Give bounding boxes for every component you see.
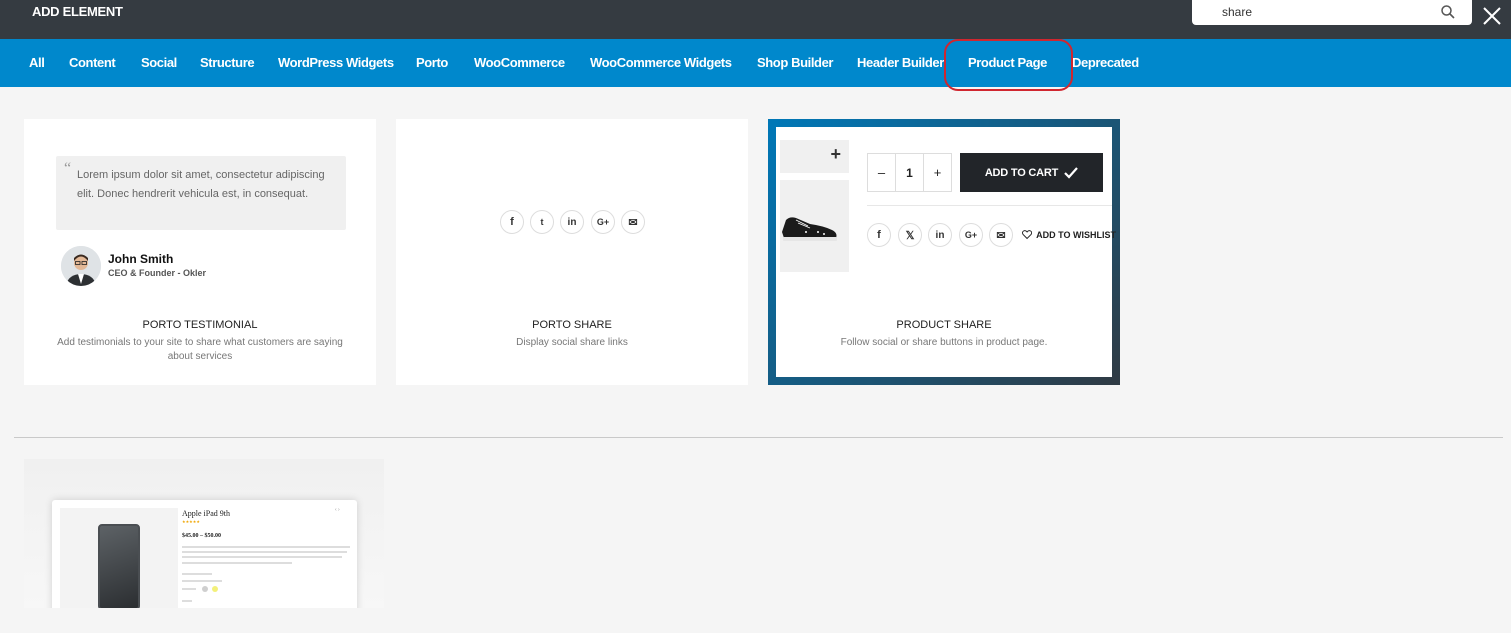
element-card-porto-testimonial[interactable]: “ Lorem ipsum dolor sit amet, consectetu…: [24, 119, 376, 385]
twitter-icon: t: [530, 210, 554, 234]
thumbnail-add: +: [780, 140, 849, 173]
facebook-icon: f: [500, 210, 524, 234]
linkedin-icon: in: [928, 223, 952, 247]
text-line: [182, 600, 192, 602]
tab-woocommerce-widgets[interactable]: WooCommerce Widgets: [590, 55, 732, 70]
tab-woocommerce[interactable]: WooCommerce: [474, 55, 565, 70]
quote-icon: “: [64, 160, 72, 177]
email-icon: ✉: [621, 210, 645, 234]
text-line: [182, 588, 196, 590]
qty-value[interactable]: 1: [895, 154, 924, 191]
plus-icon: +: [830, 144, 841, 164]
text-line: [182, 580, 222, 582]
tab-all[interactable]: All: [29, 55, 45, 70]
tab-header-builder[interactable]: Header Builder: [857, 55, 944, 70]
color-swatch: [212, 586, 218, 592]
x-icon: 𝕏: [898, 223, 922, 247]
tab-shop-builder[interactable]: Shop Builder: [757, 55, 833, 70]
text-line: [182, 556, 342, 558]
search-box[interactable]: [1192, 0, 1472, 25]
tab-porto[interactable]: Porto: [416, 55, 448, 70]
avatar: [61, 246, 101, 286]
tab-social[interactable]: Social: [141, 55, 177, 70]
check-icon: [1064, 166, 1079, 179]
category-tabs: All Content Social Structure WordPress W…: [0, 39, 1511, 87]
preview-product-title: Apple iPad 9th: [182, 509, 230, 518]
element-card-porto-share[interactable]: f t in G+ ✉ PORTO SHARE Display social s…: [396, 119, 748, 385]
tab-structure[interactable]: Structure: [200, 55, 255, 70]
preview-price: $45.00 – $50.00: [182, 533, 221, 539]
product-image: [60, 508, 178, 608]
person-icon: [61, 246, 101, 286]
color-swatch: [202, 586, 208, 592]
add-to-cart-label: ADD TO CART: [984, 166, 1059, 179]
google-plus-icon: G+: [959, 223, 983, 247]
tab-wordpress-widgets[interactable]: WordPress Widgets: [278, 55, 394, 70]
card-description: Display social share links: [516, 337, 628, 348]
divider: [867, 205, 1112, 206]
tab-product-page[interactable]: Product Page: [968, 55, 1047, 70]
qty-plus-button[interactable]: +: [924, 154, 951, 191]
add-to-cart-button[interactable]: ADD TO CART: [960, 153, 1103, 192]
text-line: [182, 562, 292, 564]
text-line: [182, 551, 347, 553]
search-input[interactable]: [1222, 4, 1422, 20]
star-rating-icon: ★★★★★: [182, 519, 200, 524]
wishlist-label: ADD TO WISHLIST: [1036, 229, 1116, 240]
qty-minus-button[interactable]: –: [868, 154, 895, 191]
preview-nav-arrows: ‹ ›: [335, 507, 340, 513]
tablet-icon: [98, 524, 140, 608]
text-line: [182, 546, 350, 548]
card-title: PORTO TESTIMONIAL: [142, 319, 258, 331]
tab-deprecated[interactable]: Deprecated: [1072, 55, 1139, 70]
card-title: PORTO SHARE: [532, 319, 612, 331]
quantity-stepper[interactable]: – 1 +: [867, 153, 952, 192]
product-thumbnail: [780, 180, 849, 272]
author-role: CEO & Founder - Okler: [108, 268, 207, 278]
shoe-icon: [782, 217, 837, 241]
testimonial-text: Lorem ipsum dolor sit amet, consectetur …: [77, 169, 325, 200]
section-divider: [14, 437, 1503, 438]
close-icon[interactable]: [1480, 4, 1504, 28]
product-preview: Apple iPad 9th ★★★★★ ‹ › $45.00 – $50.00: [52, 500, 357, 608]
card-description: Add testimonials to your site to share w…: [57, 337, 343, 362]
element-card-product-share[interactable]: + – 1 + ADD TO CART f 𝕏 in G+ ✉ ADD TO W…: [768, 119, 1120, 385]
card-title: PRODUCT SHARE: [896, 319, 992, 331]
testimonial-quote: “ Lorem ipsum dolor sit amet, consectetu…: [56, 156, 346, 230]
email-icon: ✉: [989, 223, 1013, 247]
search-icon[interactable]: [1440, 4, 1456, 20]
add-to-wishlist: ADD TO WISHLIST: [1022, 228, 1116, 241]
facebook-icon: f: [867, 223, 891, 247]
modal-title: ADD ELEMENT: [32, 4, 123, 19]
linkedin-icon: in: [560, 210, 584, 234]
element-card-product-preview[interactable]: Apple iPad 9th ★★★★★ ‹ › $45.00 – $50.00: [24, 459, 384, 608]
heart-icon: [1022, 230, 1033, 240]
tab-content[interactable]: Content: [69, 55, 116, 70]
text-line: [182, 573, 212, 575]
author-name: John Smith: [108, 252, 174, 266]
card-description: Follow social or share buttons in produc…: [840, 337, 1048, 348]
google-plus-icon: G+: [591, 210, 615, 234]
